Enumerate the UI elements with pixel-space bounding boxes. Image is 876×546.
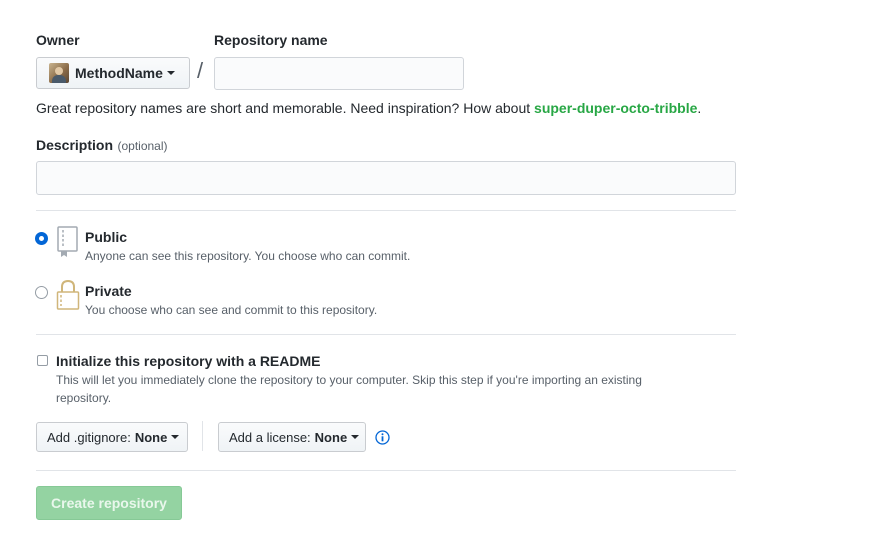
suggestion-end: . xyxy=(697,100,702,116)
create-repository-button[interactable]: Create repository xyxy=(36,486,182,520)
public-title: Public xyxy=(85,229,128,245)
description-label: Description xyxy=(36,137,114,153)
gitignore-prefix: Add .gitignore: xyxy=(47,429,131,445)
divider xyxy=(36,210,736,211)
suggestion-text: Great repository names are short and mem… xyxy=(36,100,535,116)
chevron-down-icon xyxy=(166,71,175,75)
private-radio[interactable] xyxy=(35,286,48,299)
lock-icon xyxy=(56,279,80,311)
license-select-button[interactable]: Add a license: None xyxy=(218,422,366,452)
init-readme-description-line2: repository. xyxy=(56,391,112,405)
repository-name-label: Repository name xyxy=(214,32,328,48)
description-optional-note: (optional) xyxy=(117,139,168,153)
gitignore-value: None xyxy=(134,429,168,445)
public-radio[interactable] xyxy=(35,232,48,245)
avatar xyxy=(49,63,69,83)
gitignore-select-button[interactable]: Add .gitignore: None xyxy=(36,422,188,452)
description-input[interactable] xyxy=(36,161,736,195)
info-icon[interactable] xyxy=(375,430,390,445)
chevron-down-icon xyxy=(171,435,180,439)
owner-select-button[interactable]: MethodName xyxy=(36,57,190,89)
owner-label: Owner xyxy=(36,32,80,48)
suggested-name-link[interactable]: super-duper-octo-tribble xyxy=(534,100,697,116)
init-readme-checkbox[interactable] xyxy=(37,355,48,366)
owner-repo-separator: / xyxy=(197,58,204,83)
public-description: Anyone can see this repository. You choo… xyxy=(85,249,411,263)
divider xyxy=(36,334,736,335)
init-readme-description-line1: This will let you immediately clone the … xyxy=(56,373,642,387)
vertical-divider xyxy=(202,421,203,451)
license-prefix: Add a license: xyxy=(229,429,311,445)
description-label-row: Description (optional) xyxy=(36,137,168,155)
private-title: Private xyxy=(85,283,132,299)
name-suggestion: Great repository names are short and mem… xyxy=(36,100,701,116)
init-readme-label[interactable]: Initialize this repository with a README xyxy=(56,353,320,369)
divider xyxy=(36,470,736,471)
license-value: None xyxy=(314,429,348,445)
owner-name: MethodName xyxy=(75,65,163,81)
private-description: You choose who can see and commit to thi… xyxy=(85,303,378,317)
chevron-down-icon xyxy=(351,435,360,439)
repo-book-icon xyxy=(56,226,80,258)
repository-name-input[interactable] xyxy=(214,57,464,90)
